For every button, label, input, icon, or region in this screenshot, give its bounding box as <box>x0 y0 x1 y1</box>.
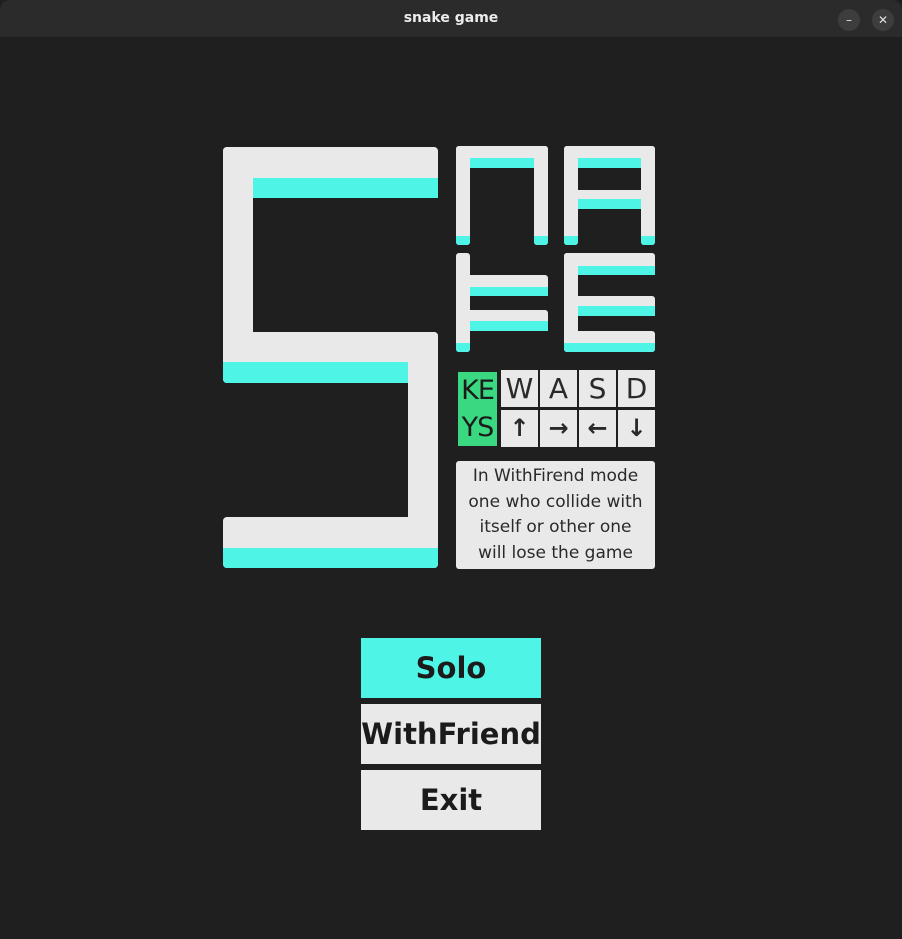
keys-label: KE YS <box>458 372 497 446</box>
info-line: In WithFirend mode <box>472 466 639 486</box>
close-button[interactable]: ✕ <box>872 9 894 31</box>
window-title: snake game <box>403 10 499 26</box>
key-arrow-right-icon: → <box>540 410 577 447</box>
key-arrow-left-icon: ← <box>579 410 616 447</box>
key-d: D <box>618 370 655 407</box>
window-titlebar[interactable]: snake game – ✕ <box>0 0 902 37</box>
withfriend-button[interactable]: WithFriend <box>361 704 541 764</box>
keys-label-line2: YS <box>461 412 495 443</box>
key-arrow-down-icon: ↓ <box>618 410 655 447</box>
info-line: itself or other one <box>479 517 632 537</box>
key-w: W <box>501 370 538 407</box>
key-s: S <box>579 370 616 407</box>
key-a: A <box>540 370 577 407</box>
minimize-button[interactable]: – <box>838 9 860 31</box>
info-box: In WithFirend mode one who collide with … <box>456 461 655 569</box>
key-arrow-up-icon: ↑ <box>501 410 538 447</box>
solo-button[interactable]: Solo <box>361 638 541 698</box>
info-line: will lose the game <box>478 542 633 563</box>
info-line: one who collide with <box>468 491 643 512</box>
exit-button[interactable]: Exit <box>361 770 541 830</box>
keys-label-line1: KE <box>461 375 495 406</box>
